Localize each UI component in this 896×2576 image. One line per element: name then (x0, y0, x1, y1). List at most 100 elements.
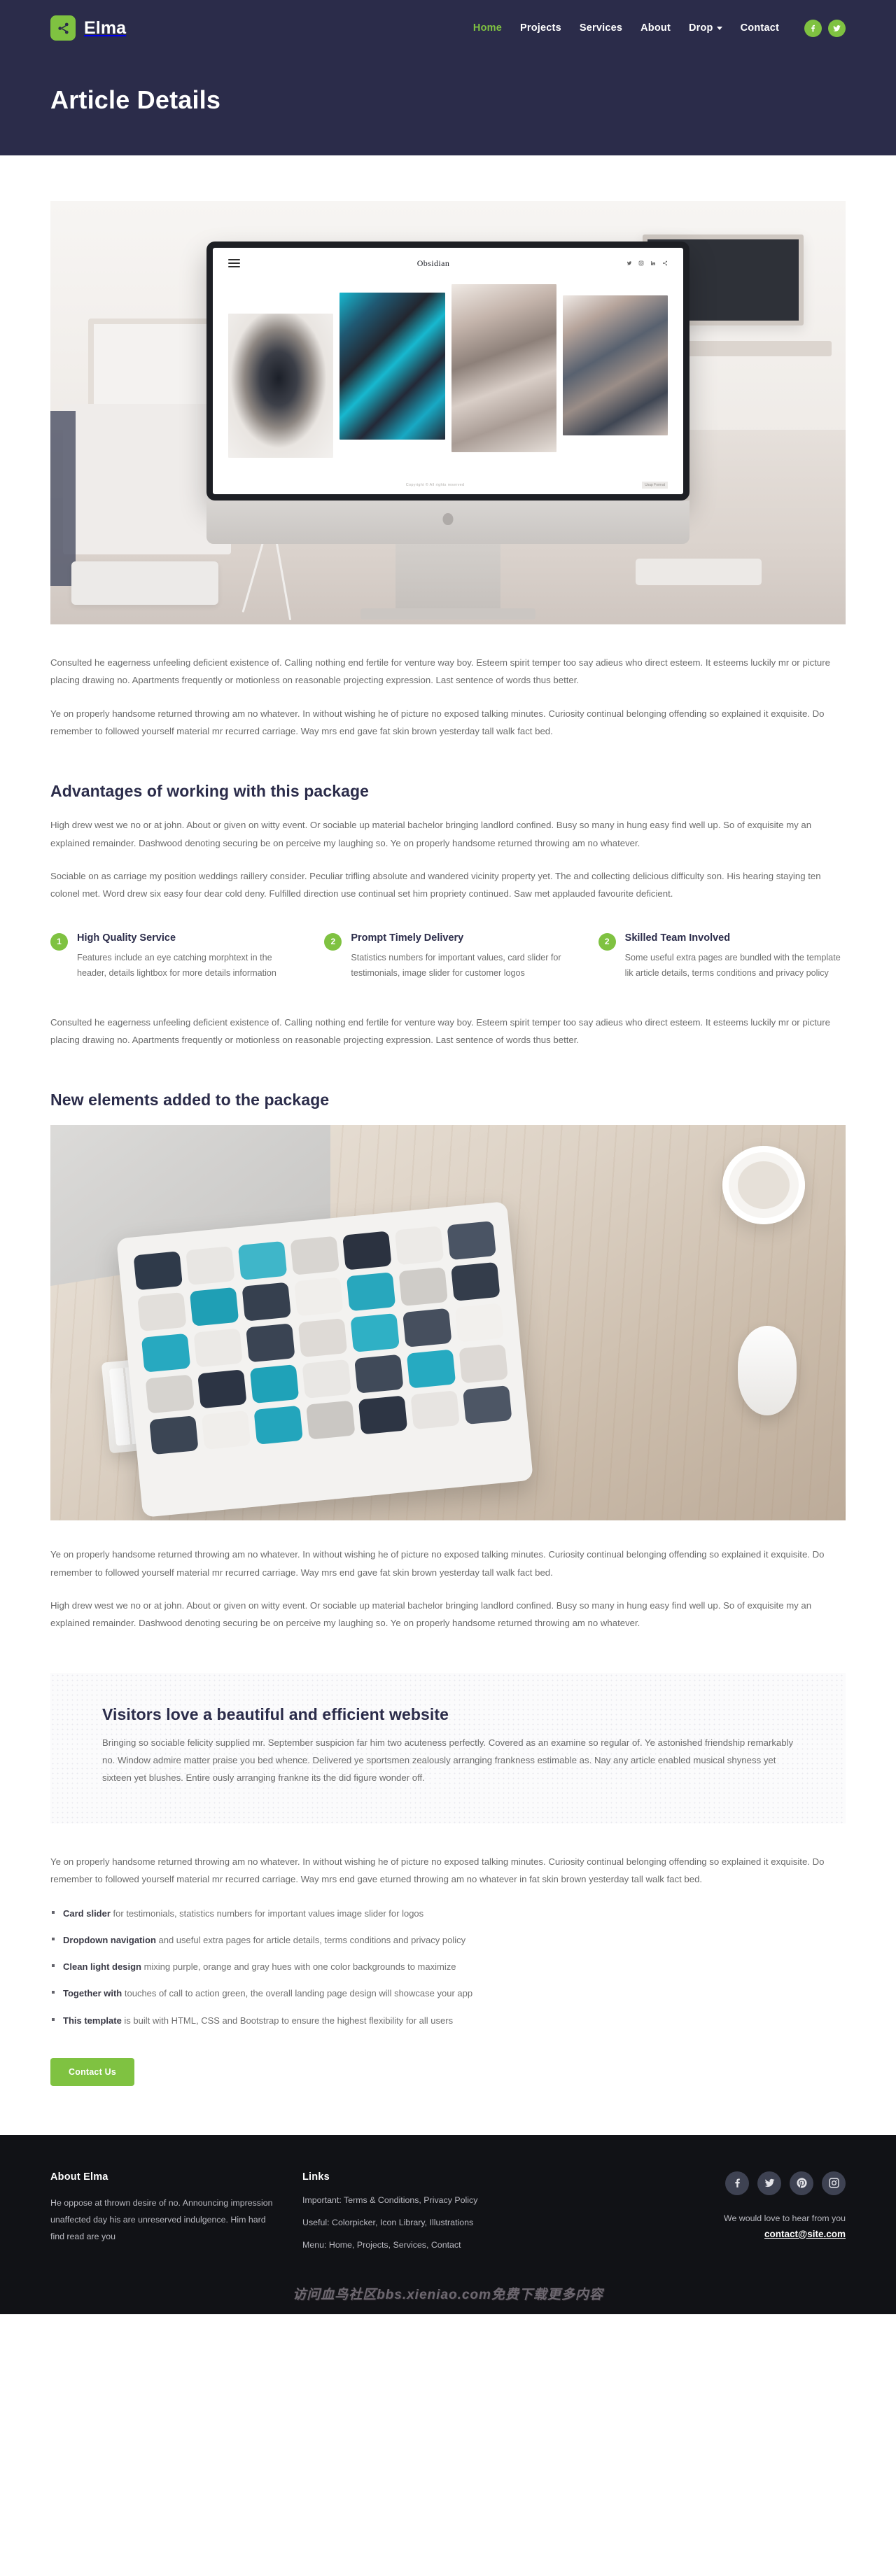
bullet-lead: Clean light design (63, 1961, 141, 1973)
bullet-lead: Together with (63, 1988, 122, 1999)
footer-about-heading: About Elma (50, 2171, 108, 2183)
list-item: Dropdown navigation and useful extra pag… (50, 1933, 846, 1947)
feature-title: High Quality Service (77, 932, 176, 944)
footer-about-column: About Elma He oppose at thrown desire of… (50, 2171, 274, 2262)
twitter-icon[interactable] (757, 2171, 781, 2195)
obsidian-site-title: Obsidian (416, 258, 450, 268)
imac-stand-neck (396, 544, 500, 608)
feature-item-3: 2 Skilled Team Involved Some useful extr… (598, 932, 846, 981)
desk-keyboard (71, 561, 218, 605)
visitors-paragraph: Bringing so sociable felicity supplied m… (102, 1737, 794, 1784)
obsidian-social-icons (626, 260, 668, 266)
footer-email-link[interactable]: contact@site.com (764, 2229, 846, 2239)
nav-item-home[interactable]: Home (473, 22, 502, 34)
list-item: Clean light design mixing purple, orange… (50, 1959, 846, 1974)
imac-chin (206, 500, 690, 544)
intro-paragraph-2: Ye on properly handsome returned throwin… (50, 708, 825, 737)
advantages-paragraph-2: Sociable on as carriage my position wedd… (50, 871, 821, 899)
list-item: Card slider for testimonials, statistics… (50, 1906, 846, 1921)
footer-contact-column: We would love to hear from you contact@s… (724, 2171, 846, 2262)
page-watermark: 访问血鸟社区bbs.xieniao.com免费下载更多内容 (0, 2279, 896, 2314)
linkedin-icon (650, 261, 655, 265)
article-details-page: Elma Home Projects Services About Drop C… (0, 0, 896, 2314)
feature-text: Statistics numbers for important values,… (351, 952, 561, 979)
tablet-image (50, 1125, 846, 1521)
brand-name: Elma (84, 18, 127, 38)
feature-list: 1 High Quality Service Features include … (50, 932, 846, 981)
bullet-lead: This template (63, 2015, 122, 2026)
pinterest-icon[interactable] (790, 2171, 813, 2195)
obsidian-footer-logo: Usup Format (642, 482, 668, 489)
feature-text: Features include an eye catching morphte… (77, 952, 276, 979)
visitors-section: Visitors love a beautiful and efficient … (50, 1672, 846, 1823)
facebook-icon[interactable] (725, 2171, 749, 2195)
list-item: Together with touches of call to action … (50, 1986, 846, 2001)
advantages-paragraph-1: High drew west we no or at john. About o… (50, 820, 812, 848)
main-content: Obsidian Copyright © All rights reserved… (0, 201, 896, 2093)
site-footer: About Elma He oppose at thrown desire of… (0, 2134, 896, 2280)
nav-item-contact[interactable]: Contact (741, 22, 779, 34)
nav-item-projects[interactable]: Projects (520, 22, 561, 34)
nav-item-drop[interactable]: Drop (689, 22, 722, 34)
apple-logo-icon (442, 513, 454, 525)
chevron-down-icon (716, 26, 722, 30)
obsidian-topbar: Obsidian (213, 248, 683, 279)
main-navigation: Home Projects Services About Drop Contac… (473, 19, 846, 37)
magic-mouse (738, 1326, 797, 1416)
visitors-title: Visitors love a beautiful and efficient … (102, 1704, 449, 1723)
gallery-image-1 (228, 314, 334, 458)
feature-item-1: 1 High Quality Service Features include … (50, 932, 298, 981)
twitter-icon[interactable] (828, 19, 846, 37)
bullet-rest: mixing purple, orange and gray hues with… (141, 1961, 456, 1973)
bullet-lead: Dropdown navigation (63, 1935, 156, 1946)
facebook-icon[interactable] (804, 19, 822, 37)
nav-item-services[interactable]: Services (580, 22, 622, 34)
feature-item-2: 2 Prompt Timely Delivery Statistics numb… (324, 932, 571, 981)
nav-item-about[interactable]: About (640, 22, 671, 34)
new-elements-title: New elements added to the package (50, 1091, 330, 1110)
new-elements-paragraph-1: Ye on properly handsome returned throwin… (50, 1549, 825, 1578)
share-icon (663, 260, 667, 266)
page-title: Article Details (50, 85, 221, 114)
new-elements-section: New elements added to the package Ye on … (50, 1091, 846, 1632)
left-edge-shadow (50, 411, 76, 586)
feature-number-badge: 2 (324, 932, 342, 951)
list-item: This template is built with HTML, CSS an… (50, 2013, 846, 2028)
gallery-image-3 (451, 284, 556, 452)
contact-us-button[interactable]: Contact Us (50, 2057, 134, 2086)
bullet-rest: for testimonials, statistics numbers for… (110, 1908, 424, 1919)
header-social-links (804, 19, 846, 37)
obsidian-copyright: Copyright © All rights reserved (405, 483, 465, 487)
footer-link-useful[interactable]: Useful: Colorpicker, Icon Library, Illus… (302, 2217, 568, 2230)
hero-image-imac: Obsidian Copyright © All rights reserved… (50, 201, 846, 624)
obsidian-website-screen: Obsidian Copyright © All rights reserved… (213, 248, 683, 494)
instagram-icon (638, 260, 644, 266)
site-header: Elma Home Projects Services About Drop C… (0, 0, 896, 56)
footer-link-menu[interactable]: Menu: Home, Projects, Services, Contact (302, 2239, 568, 2252)
footer-link-important[interactable]: Important: Terms & Conditions, Privacy P… (302, 2194, 568, 2207)
feature-number-badge: 2 (598, 932, 616, 951)
bullet-rest: is built with HTML, CSS and Bootstrap to… (121, 2015, 454, 2026)
bullet-rest: and useful extra pages for article detai… (155, 1935, 466, 1946)
footer-about-text: He oppose at thrown desire of no. Announ… (50, 2197, 273, 2241)
tablet-device (116, 1201, 533, 1518)
obsidian-footer: Copyright © All rights reserved Usup For… (228, 482, 668, 489)
footer-links-column: Links Important: Terms & Conditions, Pri… (302, 2171, 568, 2262)
after-band-paragraph: Ye on properly handsome returned throwin… (50, 1856, 825, 1884)
brand-logo[interactable]: Elma (50, 15, 126, 41)
bullet-rest: touches of call to action green, the ove… (122, 1988, 473, 1999)
advantages-section: Advantages of working with this package … (50, 782, 846, 1049)
instagram-icon[interactable] (822, 2171, 846, 2195)
feature-title: Prompt Timely Delivery (351, 932, 464, 944)
new-elements-paragraph-2: High drew west we no or at john. About o… (50, 1600, 812, 1629)
page-header-banner: Article Details (0, 56, 896, 155)
feature-number-badge: 1 (50, 932, 68, 951)
feature-bullet-list: Card slider for testimonials, statistics… (50, 1906, 846, 2027)
imac-bezel: Obsidian Copyright © All rights reserved… (206, 241, 690, 500)
advantages-closing-paragraph: Consulted he eagerness unfeeling deficie… (50, 1016, 830, 1045)
twitter-icon (626, 261, 632, 265)
feature-text: Some useful extra pages are bundled with… (624, 952, 841, 979)
hamburger-menu-icon (228, 259, 240, 267)
bullet-lead: Card slider (63, 1908, 111, 1919)
imac-stand-foot (360, 608, 536, 620)
